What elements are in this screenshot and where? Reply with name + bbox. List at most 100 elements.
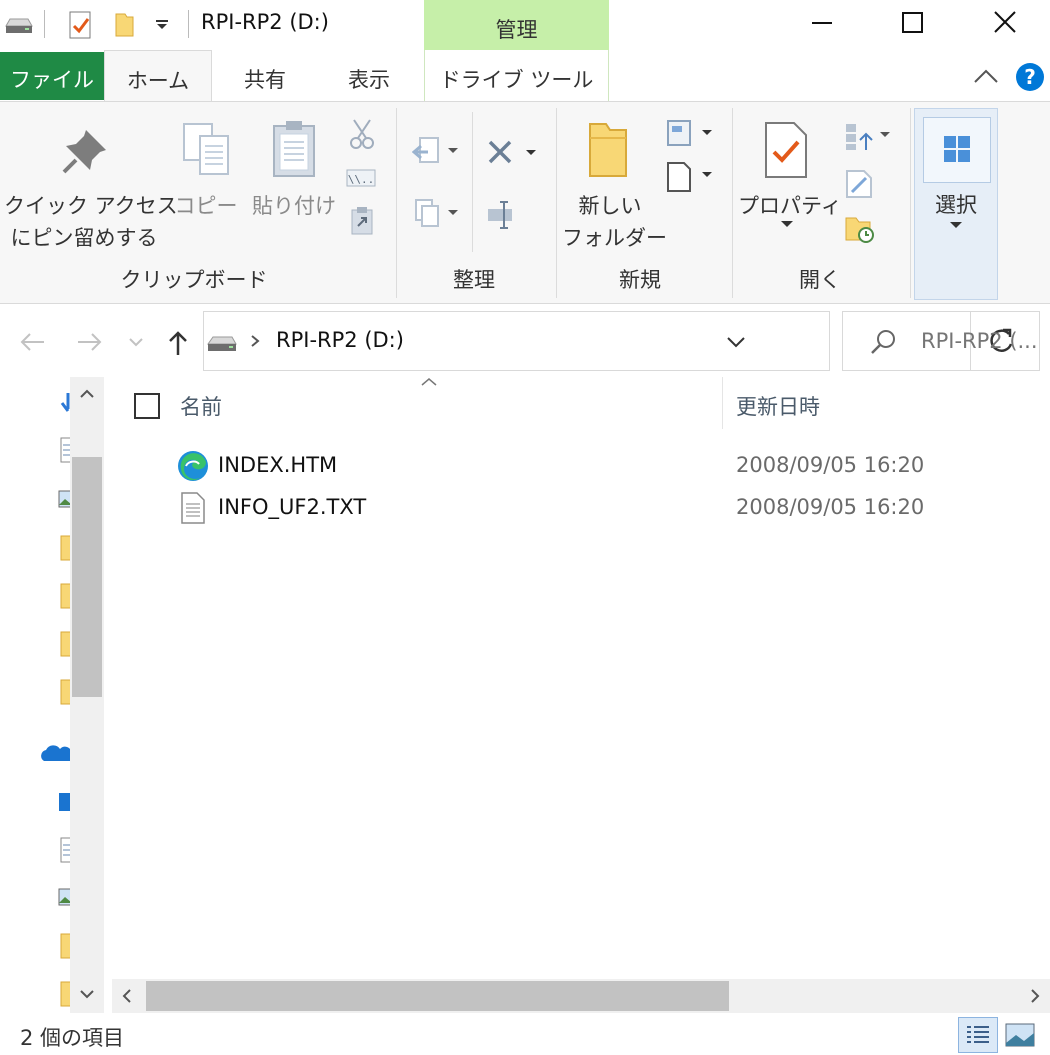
paste-button[interactable]: 貼り付け [250,190,338,222]
recent-locations-button[interactable] [128,337,144,347]
help-button[interactable]: ? [1015,62,1045,92]
paste-icon [270,118,320,180]
column-header-modified[interactable]: 更新日時 [736,391,820,421]
copy-button[interactable]: コピー [172,190,240,222]
move-to-icon[interactable] [412,136,460,166]
column-header-name[interactable]: 名前 [180,391,222,421]
breadcrumb-path[interactable]: RPI-RP2 (D:) [276,328,404,352]
title-separator [44,10,45,38]
chevron-down-icon [129,338,143,347]
tab-share[interactable]: 共有 [222,50,308,102]
file-row[interactable]: INFO_UF2.TXT 2008/09/05 16:20 [174,489,1034,529]
open-icon[interactable] [842,120,894,152]
select-label: 選択 [935,193,977,217]
nav-scrollbar-thumb[interactable] [72,457,102,697]
nav-scrollbar[interactable] [70,377,104,1013]
nav-document-icon[interactable] [60,437,70,463]
scroll-up-icon[interactable] [79,389,95,399]
minimize-icon [812,22,832,24]
properties-dropdown-icon[interactable] [780,220,794,228]
forward-button[interactable] [76,331,104,353]
status-bar: 2 個の項目 [0,1013,1050,1055]
window-title: RPI-RP2 (D:) [201,10,329,34]
file-modified-date: 2008/09/05 16:20 [736,495,925,519]
text-file-icon [180,491,206,525]
organize-separator [472,112,473,252]
edit-icon[interactable] [844,168,874,200]
horizontal-scrollbar[interactable] [112,979,1050,1013]
easy-access-icon[interactable] [664,160,716,194]
edge-icon [176,449,210,483]
new-folder-button[interactable]: 新しい フォルダー [562,190,667,254]
close-window-button[interactable] [960,0,1050,46]
cut-icon[interactable] [348,118,376,150]
chevron-down-icon [727,337,745,348]
nav-desktop-icon[interactable] [58,791,70,813]
delete-icon[interactable] [486,138,540,168]
new-folder-label-line2: フォルダー [562,226,667,250]
ribbon-group-separator [910,108,911,298]
nav-pictures-icon[interactable] [58,489,70,509]
group-organize-label: 整理 [453,268,495,292]
nav-folder-icon[interactable] [60,583,70,609]
scroll-down-icon[interactable] [79,989,95,999]
scroll-right-icon[interactable] [1030,988,1040,1004]
nav-folder-icon[interactable] [60,631,70,657]
title-separator [188,10,189,38]
search-input[interactable] [921,326,1039,356]
copy-to-icon[interactable] [412,198,460,228]
select-grid-icon [944,136,970,162]
properties-icon [762,120,810,180]
nav-folder-icon[interactable] [60,933,70,959]
rename-icon[interactable] [486,200,518,230]
navigation-pane [0,377,104,1013]
pin-quick-access-button[interactable]: クイック アクセス にピン留めする [4,190,178,254]
quick-access-dropdown-icon[interactable] [155,20,169,30]
nav-downloads-icon[interactable] [60,391,70,417]
tab-home[interactable]: ホーム [104,50,212,103]
select-button[interactable]: 選択 [914,108,998,300]
large-icons-view-button[interactable] [1004,1021,1036,1049]
nav-folder-icon[interactable] [60,679,70,705]
details-view-icon [967,1026,989,1043]
minimize-button[interactable] [778,0,868,46]
large-icons-view-icon [1005,1023,1035,1047]
address-history-dropdown[interactable] [726,336,746,348]
details-view-button[interactable] [958,1017,998,1053]
file-row[interactable]: INDEX.HTM 2008/09/05 16:20 [174,447,1034,487]
file-name: INDEX.HTM [218,453,338,477]
nav-onedrive-icon[interactable] [38,743,70,763]
arrow-left-icon [20,333,44,351]
tab-view[interactable]: 表示 [326,50,412,102]
column-divider[interactable] [722,377,723,429]
pin-icon [58,126,110,178]
properties-button[interactable]: プロパティ [738,190,842,222]
search-box[interactable] [842,311,1040,371]
nav-document-icon[interactable] [60,837,70,863]
nav-pictures-icon[interactable] [58,887,70,907]
title-bar: RPI-RP2 (D:) 管理 [0,0,1050,50]
maximize-button[interactable] [868,0,958,46]
history-icon[interactable] [844,214,876,244]
collapse-ribbon-button[interactable] [972,66,1000,86]
properties-quick-icon[interactable] [68,10,94,40]
chevron-up-icon [974,69,998,83]
ribbon-tab-row: ファイル ホーム 共有 表示 ドライブ ツール ? [0,50,1050,103]
up-button[interactable] [166,329,190,357]
pin-label-line1: クイック アクセス [4,194,178,218]
select-all-checkbox[interactable] [134,393,160,419]
address-bar[interactable]: RPI-RP2 (D:) [203,311,1013,371]
tab-file[interactable]: ファイル [0,52,104,100]
back-button[interactable] [18,331,46,353]
sort-indicator-icon [420,377,438,387]
horizontal-scrollbar-thumb[interactable] [146,981,729,1011]
scroll-left-icon[interactable] [122,988,132,1004]
new-folder-quick-icon[interactable] [113,10,137,38]
breadcrumb-chevron-icon[interactable] [250,334,260,348]
new-item-icon[interactable] [664,118,716,150]
nav-folder-icon[interactable] [60,981,70,1007]
nav-folder-icon[interactable] [60,535,70,561]
copy-path-icon[interactable]: \\.. [346,166,376,190]
tab-drive-tools[interactable]: ドライブ ツール [424,50,609,102]
paste-shortcut-icon[interactable] [350,206,374,236]
